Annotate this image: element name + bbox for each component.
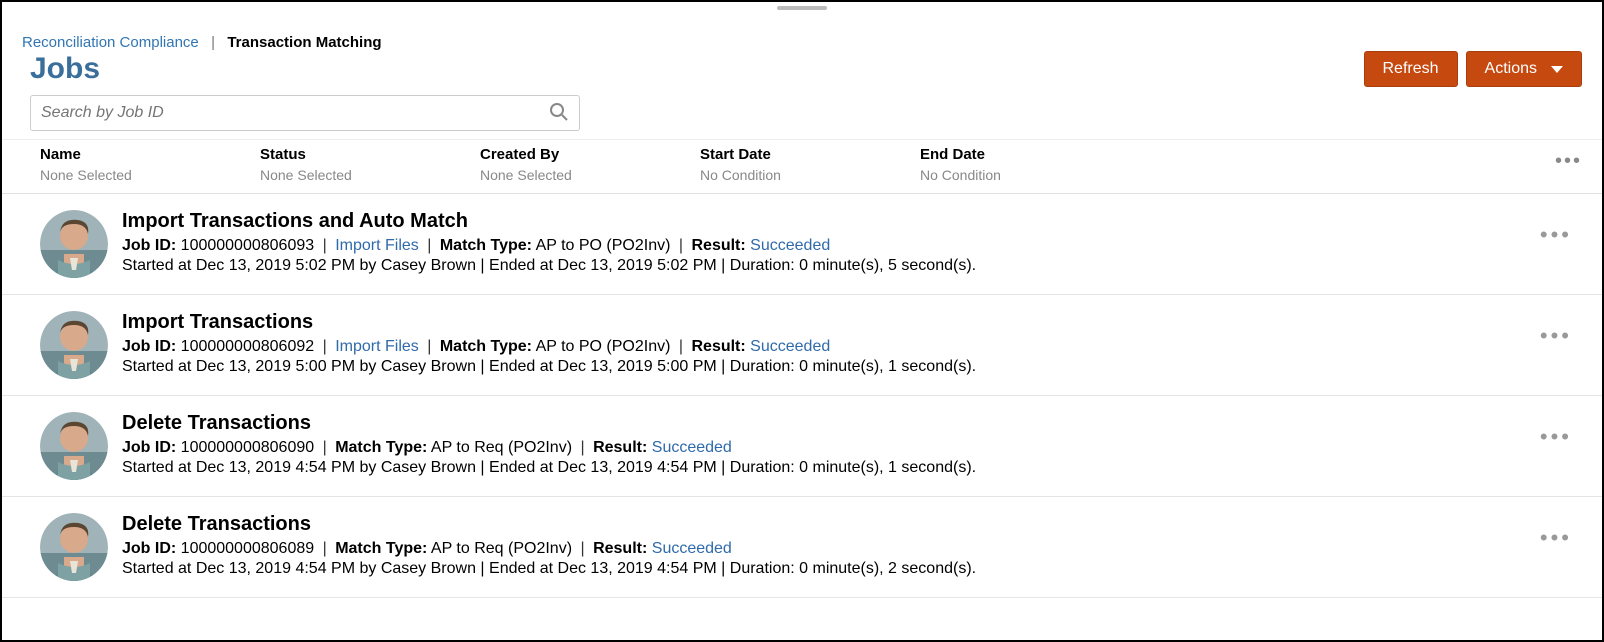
job-title: Delete Transactions [122,513,1582,536]
job-meta-line: Job ID: 100000000806090 | Match Type: AP… [122,439,1582,457]
filter-start-date[interactable]: Start Date No Condition [700,146,920,183]
filter-value: No Condition [920,167,1120,183]
result-link[interactable]: Succeeded [750,338,830,355]
job-row[interactable]: Import Transactions and Auto Match Job ID… [2,194,1602,295]
job-meta-line: Job ID: 100000000806093 | Import Files |… [122,237,1582,255]
job-row[interactable]: Import Transactions Job ID: 1000000008060… [2,295,1602,396]
filter-header: Start Date [700,146,900,163]
job-row[interactable]: Delete Transactions Job ID: 1000000008060… [2,396,1602,497]
result-link[interactable]: Succeeded [652,439,732,456]
row-more-icon[interactable]: ••• [1540,222,1572,248]
caret-down-icon [1551,66,1563,73]
job-time-line: Started at Dec 13, 2019 5:00 PM by Casey… [122,358,1582,376]
row-more-icon[interactable]: ••• [1540,525,1572,551]
row-more-icon[interactable]: ••• [1540,323,1572,349]
actions-button-label: Actions [1485,60,1537,78]
filter-bar: Name None Selected Status None Selected … [2,139,1602,194]
import-files-link[interactable]: Import Files [335,338,419,355]
avatar [40,513,108,581]
result-link[interactable]: Succeeded [750,237,830,254]
breadcrumb: Reconciliation Compliance | Transaction … [22,16,1582,51]
filter-header: Name [40,146,240,163]
avatar [40,412,108,480]
filter-value: None Selected [260,167,460,183]
filter-header: Created By [480,146,680,163]
actions-button[interactable]: Actions [1466,51,1582,87]
job-time-line: Started at Dec 13, 2019 4:54 PM by Casey… [122,459,1582,477]
job-meta-line: Job ID: 100000000806089 | Match Type: AP… [122,540,1582,558]
result-link[interactable]: Succeeded [652,540,732,557]
job-time-line: Started at Dec 13, 2019 5:02 PM by Casey… [122,257,1582,275]
row-more-icon[interactable]: ••• [1540,424,1572,450]
job-meta-line: Job ID: 100000000806092 | Import Files |… [122,338,1582,356]
filter-header: End Date [920,146,1120,163]
filter-more-icon[interactable]: ••• [1555,150,1582,173]
job-row[interactable]: Delete Transactions Job ID: 1000000008060… [2,497,1602,598]
avatar [40,311,108,379]
filter-created-by[interactable]: Created By None Selected [480,146,700,183]
search-input[interactable] [41,104,541,122]
job-time-line: Started at Dec 13, 2019 4:54 PM by Casey… [122,560,1582,578]
page-title: Jobs [22,52,100,86]
import-files-link[interactable]: Import Files [335,237,419,254]
search-box[interactable] [30,95,580,131]
filter-name[interactable]: Name None Selected [40,146,260,183]
filter-value: No Condition [700,167,900,183]
job-title: Import Transactions and Auto Match [122,210,1582,233]
filter-value: None Selected [40,167,240,183]
search-icon[interactable] [549,102,569,125]
drag-handle[interactable] [777,6,827,10]
filter-header: Status [260,146,460,163]
breadcrumb-separator: | [207,34,219,51]
avatar [40,210,108,278]
jobs-list[interactable]: Import Transactions and Auto Match Job ID… [2,194,1602,624]
refresh-button[interactable]: Refresh [1364,51,1458,87]
job-title: Import Transactions [122,311,1582,334]
filter-end-date[interactable]: End Date No Condition [920,146,1140,183]
breadcrumb-current: Transaction Matching [227,34,381,51]
filter-value: None Selected [480,167,680,183]
job-title: Delete Transactions [122,412,1582,435]
breadcrumb-link[interactable]: Reconciliation Compliance [22,34,199,51]
filter-status[interactable]: Status None Selected [260,146,480,183]
